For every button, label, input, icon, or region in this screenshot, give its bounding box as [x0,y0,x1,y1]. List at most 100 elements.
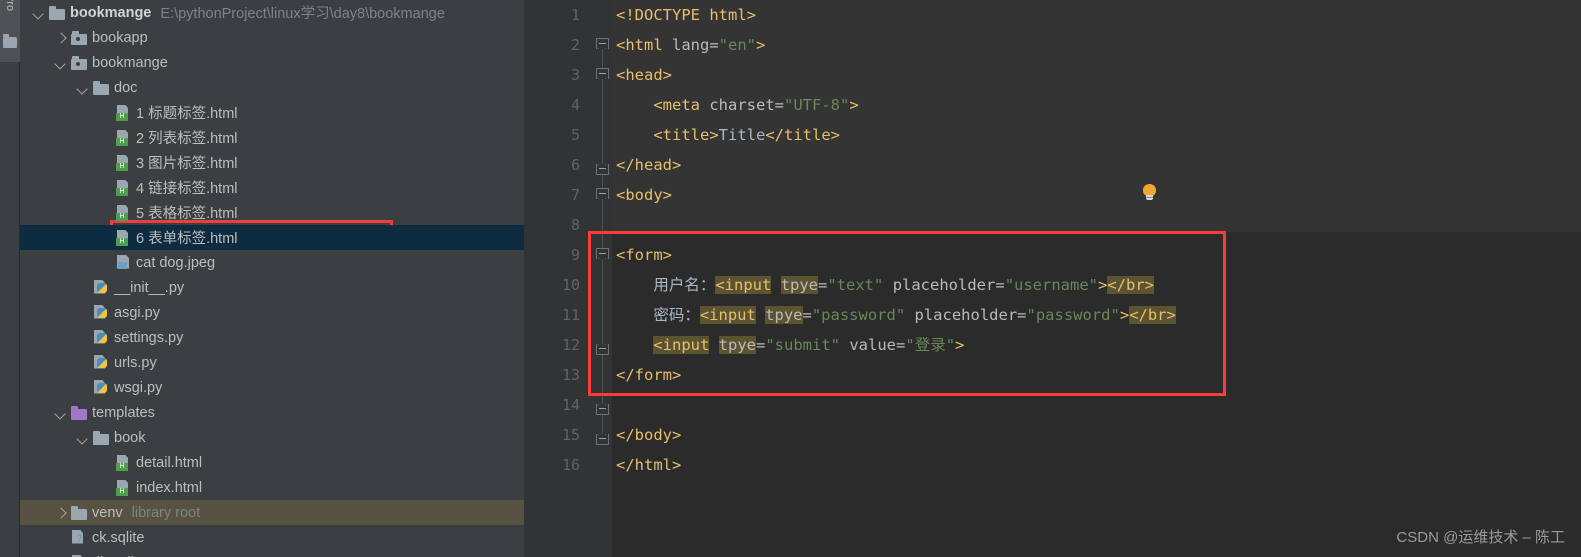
tree-row-label: cat dog.jpeg [136,254,216,271]
line-number: 12 [561,336,580,354]
chevron-down-icon[interactable] [54,56,68,70]
code-line-text[interactable]: <meta charset="UTF-8"> [616,90,858,120]
code-line-text[interactable]: </html> [616,450,681,480]
code-line-text[interactable]: </body> [616,420,681,450]
tree-row[interactable]: wsgi.py [20,375,524,400]
code-token: <input [699,306,756,324]
code-line[interactable]: 3 <head> [524,60,1581,90]
code-token: <html [616,36,672,54]
line-number: 6 [570,156,580,174]
tree-row[interactable]: Hindex.html [20,475,524,500]
chevron-right-icon[interactable] [54,31,68,45]
code-line[interactable]: 9 <form> [524,240,1581,270]
tree-row[interactable]: asgi.py [20,300,524,325]
tree-row-label: book [114,429,146,446]
tree-row[interactable]: H 6 表单标签.html [20,225,524,250]
tree-row[interactable]: H 5 表格标签.html [20,200,524,225]
tree-row[interactable]: H 1 标题标签.html [20,100,524,125]
code-line-text[interactable]: <input tpye="submit" value="登录"> [616,330,964,360]
code-line-text[interactable]: <form> [616,240,672,270]
fold-handle-line-2[interactable] [596,38,609,53]
tree-row[interactable]: __init__.py [20,275,524,300]
tree-row[interactable]: cat dog.jpeg [20,250,524,275]
line-number: 7 [570,186,580,204]
code-token: <form> [616,246,672,264]
code-line-text[interactable]: <title>Title</title> [616,120,840,150]
tree-row[interactable]: H 3 图片标签.html [20,150,524,175]
code-line-text[interactable]: 用户名：<input tpye="text" placeholder="user… [616,270,1155,300]
code-content[interactable]: 1 <!DOCTYPE html> 2 <html lang="en"> 3 <head>… [524,0,1581,557]
chevron-down-icon[interactable] [76,81,90,95]
project-tool-tab-label[interactable]: Pro [0,0,20,30]
folder-icon [49,5,65,21]
tree-row[interactable]: urls.py [20,350,524,375]
code-line[interactable]: 11 密码：<input tpye="password" placeholder… [524,300,1581,330]
tree-row[interactable]: bookapp [20,25,524,50]
intention-bulb-icon[interactable] [1143,184,1156,201]
tree-row[interactable]: book [20,425,524,450]
code-line-text[interactable]: </head> [616,150,681,180]
chevron-down-icon[interactable] [32,6,46,20]
code-line-text[interactable]: <!DOCTYPE html> [616,0,756,30]
chevron-down-icon[interactable] [54,406,68,420]
chevron-right-icon[interactable] [54,506,68,520]
line-number: 13 [561,366,580,384]
fold-handle-line-15[interactable] [596,400,609,417]
fold-handle-line-6[interactable] [596,160,609,177]
line-number: 15 [561,426,580,444]
code-line-text[interactable]: <html lang="en"> [616,30,765,60]
folder-icon [71,505,87,521]
code-editor[interactable]: 1 <!DOCTYPE html> 2 <html lang="en"> 3 <head>… [524,0,1581,557]
fold-handle-line-7[interactable] [596,188,609,203]
code-line[interactable]: 6 </head> [524,150,1581,180]
tree-row-label: bookmange [70,4,152,21]
code-line-text[interactable]: </form> [616,360,681,390]
line-number: 2 [570,36,580,54]
tree-row-label: detail.html [136,454,203,471]
code-line[interactable]: 15 </body> [524,420,1581,450]
code-line[interactable]: 16 </html> [524,450,1581,480]
module-folder-icon [71,55,87,71]
code-line[interactable]: 1 <!DOCTYPE html> [524,0,1581,30]
code-token: <title> [616,126,719,144]
tree-row[interactable]: H 2 列表标签.html [20,125,524,150]
tree-row[interactable]: Hdetail.html [20,450,524,475]
tree-row[interactable]: ?db.sqlite3 [20,550,524,557]
line-number: 1 [570,6,580,24]
watermark-text: CSDN @运维技术 – 陈工 [1396,529,1565,546]
code-line[interactable]: 12 <input tpye="submit" value="登录"> [524,330,1581,360]
tree-row[interactable]: settings.py [20,325,524,350]
code-line-text[interactable]: <body> [616,180,672,210]
code-line[interactable]: 14 [524,390,1581,420]
tree-row[interactable]: bookmange [20,50,524,75]
tree-row[interactable]: ? ck.sqlite [20,525,524,550]
tree-row-suffix: library root [131,504,201,521]
code-line[interactable]: 2 <html lang="en"> [524,30,1581,60]
tree-row[interactable]: H 4 链接标签.html [20,175,524,200]
code-line-text[interactable]: 密码：<input tpye="password" placeholder="p… [616,300,1176,330]
fold-handle-line-16[interactable] [596,430,609,447]
project-tree-panel[interactable]: bookmange E:\pythonProject\linux学习\day8\b… [20,0,524,557]
code-line[interactable]: 8 [524,210,1581,240]
tree-row[interactable]: venv library root [20,500,524,525]
tree-row[interactable]: doc [20,75,524,100]
fold-handle-line-9[interactable] [596,248,609,263]
tree-row[interactable]: templates [20,400,524,425]
fold-handle-line-3[interactable] [596,68,609,83]
code-line[interactable]: 7 <body> [524,180,1581,210]
code-token: = [756,336,766,354]
code-line[interactable]: 13 </form> [524,360,1581,390]
code-line[interactable]: 5 <title>Title</title> [524,120,1581,150]
chevron-down-icon[interactable] [76,431,90,445]
code-line[interactable]: 10 用户名：<input tpye="text" placeholder="u… [524,270,1581,300]
code-line-text[interactable]: <head> [616,60,672,90]
fold-handle-line-13[interactable] [596,340,609,357]
code-line[interactable]: 4 <meta charset="UTF-8"> [524,90,1581,120]
tree-row[interactable]: bookmange E:\pythonProject\linux学习\day8\b… [20,0,524,25]
